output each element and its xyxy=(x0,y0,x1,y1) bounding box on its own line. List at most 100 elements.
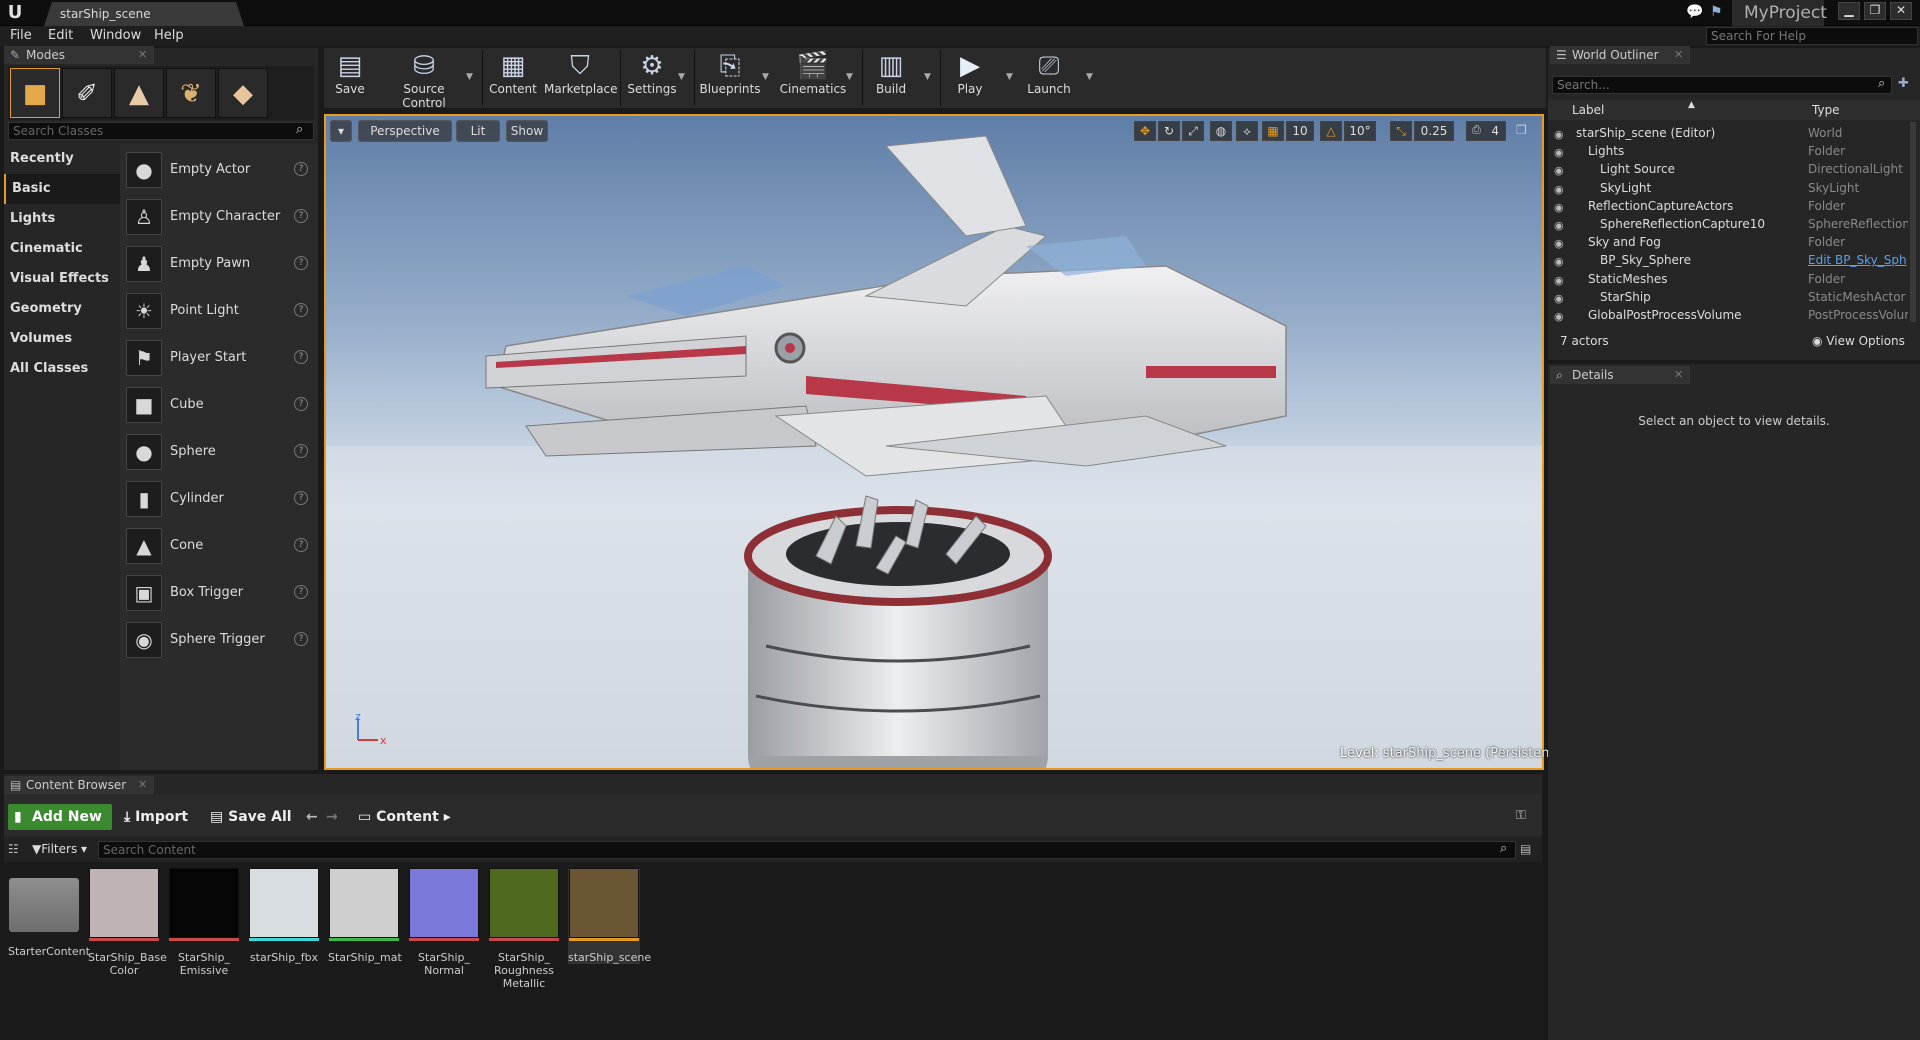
outliner-row[interactable]: ◉ ReflectionCaptureActors Folder xyxy=(1548,197,1908,215)
scale-icon[interactable]: ⤢ xyxy=(1182,121,1204,141)
sources-toggle-icon[interactable]: ☷ xyxy=(8,842,19,856)
back-arrow-icon[interactable]: ← xyxy=(306,804,318,830)
asset-tile[interactable]: starShip_fbx xyxy=(248,868,320,964)
help-icon[interactable]: ? xyxy=(294,162,308,176)
rotation-snap-icon[interactable]: △ xyxy=(1320,121,1342,141)
category-lights[interactable]: Lights xyxy=(4,204,120,234)
chevron-down-icon[interactable]: ▼ xyxy=(466,72,473,82)
import-button[interactable]: ⤓ Import xyxy=(124,804,188,830)
class-empty-pawn[interactable]: ♟ Empty Pawn? xyxy=(126,244,316,284)
surface-snap-icon[interactable]: ⟡ xyxy=(1236,121,1258,141)
outliner-row[interactable]: ◉ Sky and Fog Folder xyxy=(1548,233,1908,251)
unreal-logo-icon[interactable]: U xyxy=(4,2,26,24)
class-cube[interactable]: ■ Cube? xyxy=(126,385,316,425)
search-icon[interactable]: ⌕ xyxy=(1500,841,1507,856)
close-icon[interactable]: ✕ xyxy=(138,46,147,64)
sort-ascending-icon[interactable]: ▲ xyxy=(1688,100,1695,110)
cinematics-button[interactable]: 🎬 Cinematics xyxy=(778,50,848,106)
menu-window[interactable]: Window xyxy=(90,26,141,46)
content-search-input[interactable]: Search Content xyxy=(98,841,1516,859)
help-icon[interactable]: ? xyxy=(294,632,308,646)
class-empty-actor[interactable]: ● Empty Actor? xyxy=(126,150,316,190)
class-sphere[interactable]: ● Sphere? xyxy=(126,432,316,472)
outliner-row[interactable]: ◉ SphereReflectionCapture10 SphereReflecti… xyxy=(1548,215,1908,233)
outliner-row[interactable]: ◉ Light Source DirectionalLight xyxy=(1548,160,1908,178)
rotation-snap-value[interactable]: 10° xyxy=(1344,121,1376,141)
category-visual-effects[interactable]: Visual Effects xyxy=(4,264,120,294)
chevron-down-icon[interactable]: ▼ xyxy=(762,72,769,82)
maximize-icon[interactable]: ❐ xyxy=(1864,2,1886,20)
outliner-search-input[interactable]: Search... xyxy=(1552,76,1892,94)
outliner-row[interactable]: ◉ Lights Folder xyxy=(1548,142,1908,160)
source-control-button[interactable]: ⛁ Source Control xyxy=(380,50,468,110)
outliner-row[interactable]: ◉ StarShip StaticMeshActor xyxy=(1548,288,1908,306)
world-space-icon[interactable]: ◍ xyxy=(1210,121,1232,141)
category-recently-placed[interactable]: Recently Placed xyxy=(4,144,120,196)
help-search-input[interactable]: Search For Help xyxy=(1706,27,1918,45)
outliner-row[interactable]: ◉ StaticMeshes Folder xyxy=(1548,270,1908,288)
class-cylinder[interactable]: ▮ Cylinder? xyxy=(126,479,316,519)
category-volumes[interactable]: Volumes xyxy=(4,324,120,354)
notification-icon[interactable]: 💬 xyxy=(1686,4,1703,20)
chevron-down-icon[interactable]: ▼ xyxy=(1086,72,1093,82)
forward-arrow-icon[interactable]: → xyxy=(326,804,338,830)
class-box-trigger[interactable]: ▣ Box Trigger? xyxy=(126,573,316,613)
help-icon[interactable]: ? xyxy=(294,491,308,505)
save-all-button[interactable]: ▤ Save All xyxy=(210,804,292,830)
save-button[interactable]: ▤ Save xyxy=(328,50,372,106)
asset-tile[interactable]: StarShip_ Emissive xyxy=(168,868,240,977)
class-sphere-trigger[interactable]: ◉ Sphere Trigger? xyxy=(126,620,316,660)
asset-tile[interactable]: StarShip_ Roughness Metallic xyxy=(488,868,560,990)
launch-button[interactable]: ⎚ Launch xyxy=(1022,50,1076,106)
asset-tile[interactable]: starShip_scene xyxy=(568,868,651,964)
lit-button[interactable]: Lit xyxy=(456,120,500,142)
scale-snap-icon[interactable]: ⤡ xyxy=(1390,121,1412,141)
type-column-header[interactable]: Type xyxy=(1812,103,1840,117)
blueprints-button[interactable]: ⎘ Blueprints xyxy=(698,50,762,106)
outliner-row[interactable]: ◉ SkyLight SkyLight xyxy=(1548,179,1908,197)
category-basic[interactable]: Basic xyxy=(4,174,120,204)
visibility-eye-icon[interactable]: ◉ xyxy=(1554,308,1564,326)
outliner-row[interactable]: ◉ starShip_scene (Editor) World xyxy=(1548,124,1908,142)
asset-tile[interactable]: StarterContent xyxy=(8,868,90,958)
class-cone[interactable]: ▲ Cone? xyxy=(126,526,316,566)
marketplace-button[interactable]: ⛉ Marketplace xyxy=(544,50,618,106)
asset-tile[interactable]: StarShip_Base Color xyxy=(88,868,167,977)
settings-button[interactable]: ⚙ Settings xyxy=(624,50,680,106)
help-icon[interactable]: ? xyxy=(294,350,308,364)
geometry-mode-icon[interactable]: ◆ xyxy=(218,68,268,118)
class-empty-character[interactable]: ♙ Empty Character? xyxy=(126,197,316,237)
help-icon[interactable]: ? xyxy=(294,538,308,552)
category-cinematic[interactable]: Cinematic xyxy=(4,234,120,264)
chevron-down-icon[interactable]: ▼ xyxy=(678,72,685,82)
new-folder-icon[interactable]: ✚ xyxy=(1898,76,1909,91)
lock-icon[interactable]: ⚿ xyxy=(1516,808,1526,823)
filters-button[interactable]: ▼Filters ▾ xyxy=(32,842,87,856)
paint-mode-icon[interactable]: ✐ xyxy=(62,68,112,118)
world-outliner-tab[interactable]: ☰ World Outliner ✕ xyxy=(1550,46,1690,64)
document-tab[interactable]: starShip_scene xyxy=(44,2,244,26)
close-icon[interactable]: ✕ xyxy=(1674,46,1683,64)
chevron-down-icon[interactable]: ▼ xyxy=(1006,72,1013,82)
outliner-row[interactable]: ◉ BP_Sky_Sphere Edit BP_Sky_Sph xyxy=(1548,251,1908,269)
scrollbar[interactable] xyxy=(1910,122,1916,322)
feedback-icon[interactable]: ⚑ xyxy=(1710,4,1723,20)
path-root[interactable]: ▭ Content ▸ xyxy=(358,804,451,830)
asset-tile[interactable]: StarShip_ Normal xyxy=(408,868,480,977)
chevron-down-icon[interactable]: ▼ xyxy=(924,72,931,82)
perspective-button[interactable]: Perspective xyxy=(358,120,452,142)
category-all-classes[interactable]: All Classes xyxy=(4,354,120,384)
grid-snap-icon[interactable]: ▦ xyxy=(1262,121,1284,141)
maximize-viewport-icon[interactable]: ❐ xyxy=(1516,123,1527,137)
help-icon[interactable]: ? xyxy=(294,209,308,223)
label-column-header[interactable]: Label xyxy=(1572,103,1604,117)
outliner-row[interactable]: ◉ GlobalPostProcessVolume PostProcessVolur xyxy=(1548,306,1908,324)
asset-tile[interactable]: StarShip_mat xyxy=(328,868,402,964)
help-icon[interactable]: ? xyxy=(294,585,308,599)
level-viewport[interactable] xyxy=(324,114,1544,770)
content-button[interactable]: ▦ Content xyxy=(486,50,540,106)
class-point-light[interactable]: ☀ Point Light? xyxy=(126,291,316,331)
show-button[interactable]: Show xyxy=(506,120,548,142)
search-icon[interactable]: ⌕ xyxy=(296,122,303,137)
close-icon[interactable]: ✕ xyxy=(1890,2,1912,20)
